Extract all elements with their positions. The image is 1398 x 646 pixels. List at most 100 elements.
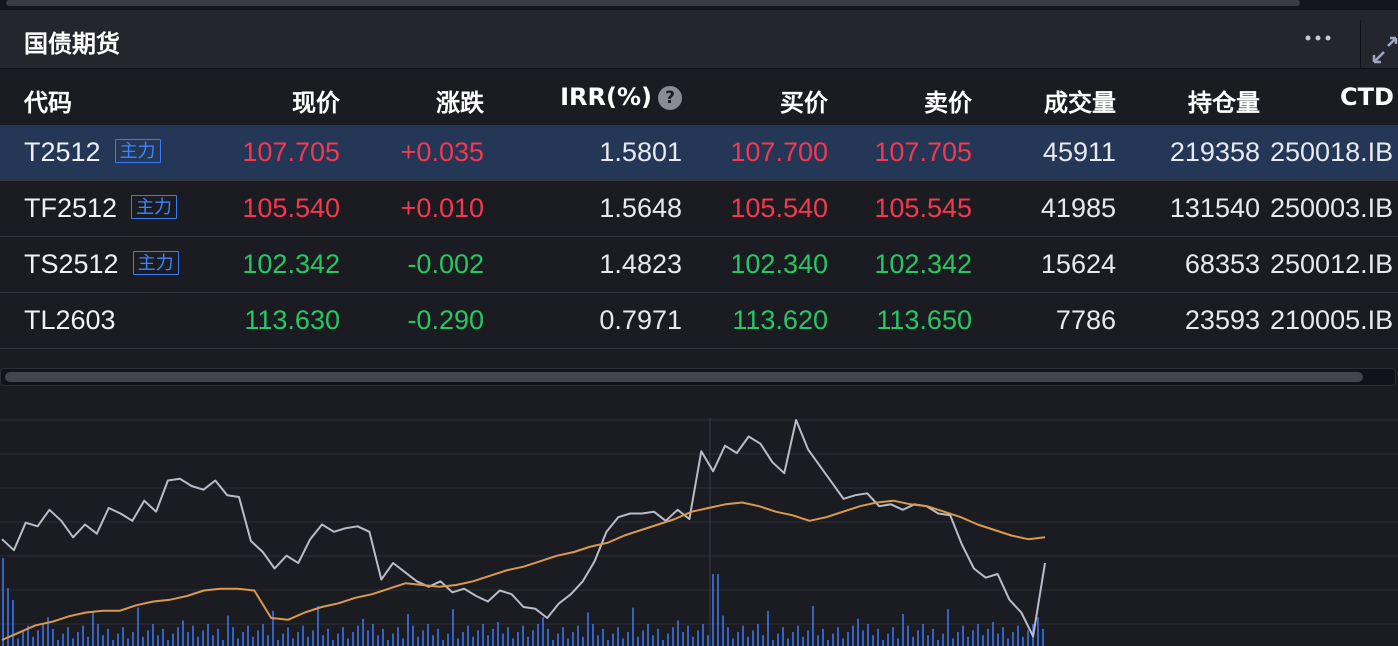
panel-title: 国债期货 [24, 30, 120, 58]
volume-bar [657, 628, 659, 646]
column-header-ctd[interactable]: CTD [1340, 83, 1394, 111]
volume-bar [117, 633, 119, 646]
volume-bar [767, 610, 769, 646]
table-row[interactable]: TF2512 主力 105.540 +0.010 1.5648 105.540 105.54… [0, 181, 1398, 237]
volume-bar [172, 633, 174, 646]
volume-bar [302, 625, 304, 646]
volume-bar [722, 615, 724, 646]
volume-bar [962, 625, 964, 646]
column-header-change[interactable]: 涨跌 [384, 83, 484, 118]
column-header-open-interest[interactable]: 持仓量 [1144, 83, 1260, 118]
volume-bar [452, 609, 454, 646]
volume-bar [687, 625, 689, 646]
volume-bar [242, 632, 244, 646]
volume-bar [332, 640, 334, 646]
volume-bar [572, 632, 574, 646]
volume-bar [797, 625, 799, 646]
intraday-chart[interactable] [0, 390, 1398, 646]
column-header-volume[interactable]: 成交量 [1000, 83, 1116, 118]
volume-bar [992, 622, 994, 646]
volume-bar [457, 638, 459, 646]
volume-bar [437, 628, 439, 646]
volume-bar [157, 635, 159, 646]
volume-bar [932, 628, 934, 646]
contract-code: TS2512 主力 [24, 249, 179, 280]
volume-bar [207, 624, 209, 646]
expand-icon[interactable] [1370, 32, 1398, 68]
cell-price: 113.630 [244, 305, 340, 335]
volume-bar [807, 630, 809, 646]
volume-bar [557, 633, 559, 646]
volume-bar [1042, 628, 1044, 646]
column-header-code[interactable]: 代码 [24, 83, 72, 118]
help-icon[interactable]: ? [658, 86, 682, 110]
volume-bar [582, 636, 584, 646]
volume-bar [867, 624, 869, 646]
volume-bar [617, 627, 619, 646]
volume-bar [757, 624, 759, 646]
volume-bar [357, 625, 359, 646]
volume-bar [512, 638, 514, 646]
volume-bar [712, 574, 714, 646]
column-header-irr[interactable]: IRR(%)? [520, 83, 682, 111]
table-row[interactable]: T2512 主力 107.705 +0.035 1.5801 107.700 107.705… [0, 125, 1398, 181]
volume-bar [52, 628, 54, 646]
volume-bar [122, 627, 124, 646]
horizontal-scrollbar[interactable] [0, 364, 1398, 388]
volume-bar [402, 638, 404, 646]
volume-bar [497, 622, 499, 646]
main-contract-badge: 主力 [132, 251, 179, 275]
volume-bar [597, 635, 599, 646]
top-scrollbar[interactable] [6, 0, 1300, 6]
volume-bar [847, 632, 849, 646]
table-header: 代码 现价 涨跌 IRR(%)? 买价 卖价 成交量 持仓量 CTD [0, 69, 1398, 126]
panel-header: 国债期货 [0, 10, 1398, 78]
volume-bar [787, 638, 789, 646]
scrollbar-thumb[interactable] [5, 372, 1363, 382]
volume-bar [887, 633, 889, 646]
price-line [1, 419, 1046, 638]
column-header-price[interactable]: 现价 [240, 83, 340, 118]
volume-bar [297, 632, 299, 646]
volume-bar [277, 640, 279, 646]
cell-open-interest: 68353 [1184, 249, 1260, 279]
volume-bar [107, 628, 109, 646]
volume-bar [1037, 617, 1039, 646]
cell-ask: 102.342 [874, 249, 972, 279]
cell-bid: 105.540 [730, 193, 828, 223]
volume-bar [362, 618, 364, 646]
cell-price: 102.342 [242, 249, 340, 279]
volume-bar [607, 640, 609, 646]
volume-bar [957, 632, 959, 646]
more-horizontal-icon[interactable] [1300, 24, 1336, 52]
volume-bar [552, 640, 554, 646]
table-row[interactable]: TS2512 主力 102.342 -0.002 1.4823 102.340 102.34… [0, 237, 1398, 293]
volume-bar [842, 638, 844, 646]
cell-open-interest: 131540 [1169, 193, 1260, 223]
volume-bar [662, 640, 664, 646]
volume-bar [17, 638, 19, 646]
volume-bar [272, 610, 274, 646]
column-header-ask[interactable]: 卖价 [872, 83, 972, 118]
volume-bar [2, 558, 4, 646]
volume-bar [682, 632, 684, 646]
volume-bar [82, 625, 84, 646]
volume-bar [247, 625, 249, 646]
volume-bar [652, 635, 654, 646]
scrollbar-track[interactable] [0, 368, 1396, 386]
volume-bar [432, 635, 434, 646]
volume-bar [997, 633, 999, 646]
volume-bar [677, 620, 679, 646]
volume-bar [1007, 638, 1009, 646]
column-header-bid[interactable]: 买价 [728, 83, 828, 118]
volume-bar [342, 627, 344, 646]
volume-bar [237, 638, 239, 646]
volume-bar [952, 638, 954, 646]
volume-bar [257, 630, 259, 646]
volume-bar [642, 630, 644, 646]
volume-bar [632, 607, 634, 646]
cell-volume: 15624 [1040, 249, 1116, 279]
table-row[interactable]: TL2603 113.630 -0.290 0.7971 113.620 113.650 7… [0, 293, 1398, 349]
volume-bar [42, 624, 44, 646]
volume-bar [872, 635, 874, 646]
